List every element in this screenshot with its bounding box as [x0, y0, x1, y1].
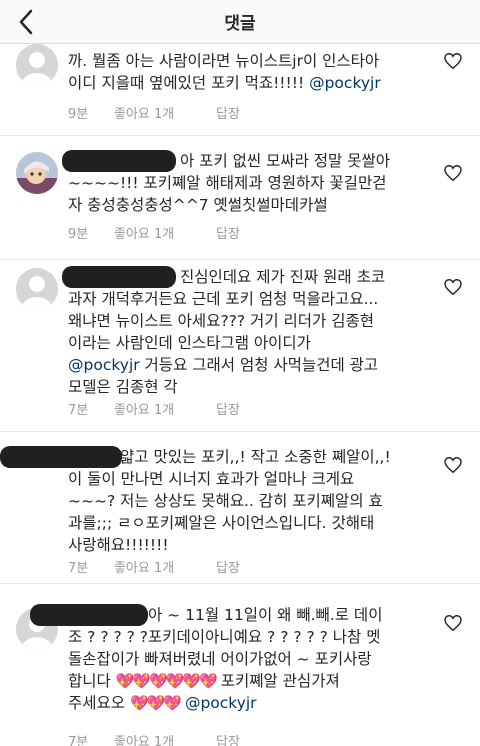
comment: 아 포키 없씬 모싸라 정말 못쌀아 ~~~~!!! 포키쪠알 해태제과 영원하… [0, 136, 480, 260]
timestamp: 7분 [68, 403, 89, 418]
comment-list: 까. 뭘좀 아는 사람이라면 뉴이스트jr이 인스타아 이디 지을때 옆에있던 … [0, 0, 480, 746]
comment-text: 아 ~ 11월 11일이 왜 빼.빼.로 데이 조 ? ? ? ? ?포키데이아… [68, 606, 383, 712]
like-button[interactable] [442, 50, 464, 72]
reply-button[interactable]: 답장 [216, 731, 256, 746]
comment-text: 아 포키 없씬 모싸라 정말 못쌀아 ~~~~!!! 포키쪠알 해태제과 영원하… [68, 152, 391, 214]
heart-emoji-group: 💖💖💖💖💖💖 [115, 672, 218, 690]
heart-emoji-group: 💖💖💖 [129, 694, 182, 712]
mention-link[interactable]: @pockyjr [185, 694, 257, 712]
avatar[interactable] [16, 268, 58, 310]
likes-count[interactable]: 좋아요 1개 [114, 223, 216, 242]
timestamp: 7분 [68, 561, 89, 576]
mention-link[interactable]: @pockyjr [68, 356, 140, 374]
comment-meta: 9분 좋아요 1개 답장 [68, 223, 256, 242]
heart-outline-icon [444, 457, 462, 473]
heart-outline-icon [444, 615, 462, 631]
default-avatar-icon [16, 268, 58, 310]
comment: 얇고 맛있는 포키,,! 작고 소중한 쪠알이,,! 이 둘이 만나면 시너지 … [0, 432, 480, 584]
timestamp: 9분 [68, 227, 89, 242]
likes-count[interactable]: 좋아요 1개 [114, 399, 216, 418]
top-nav-bar: 댓글 [0, 0, 480, 44]
likes-count[interactable]: 좋아요 1개 [114, 103, 216, 122]
like-button[interactable] [442, 454, 464, 476]
mention-link[interactable]: @pockyjr [309, 74, 381, 92]
likes-count[interactable]: 좋아요 1개 [114, 731, 216, 746]
like-button[interactable] [442, 162, 464, 184]
avatar[interactable] [16, 44, 58, 86]
reply-button[interactable]: 답장 [216, 557, 256, 576]
back-chevron-icon [19, 9, 33, 35]
page-title: 댓글 [224, 14, 256, 34]
back-button[interactable] [8, 4, 44, 40]
reply-button[interactable]: 답장 [216, 103, 256, 122]
comment: 진심인데요 제가 진짜 원래 초코 과자 개덕후거든요 근데 포키 엄청 먹을라… [0, 260, 480, 432]
timestamp: 7분 [68, 735, 89, 746]
reply-button[interactable]: 답장 [216, 223, 256, 242]
heart-outline-icon [444, 53, 462, 69]
comment-text: 진심인데요 제가 진짜 원래 초코 과자 개덕후거든요 근데 포키 엄청 먹을라… [68, 268, 386, 396]
comment-text: 얇고 맛있는 포키,,! 작고 소중한 쪠알이,,! 이 둘이 만나면 시너지 … [68, 448, 391, 554]
default-avatar-icon [16, 44, 58, 86]
comment-meta: 9분 좋아요 1개 답장 [68, 103, 256, 122]
like-button[interactable] [442, 276, 464, 298]
avatar[interactable] [16, 152, 58, 194]
profile-photo-icon [16, 152, 58, 194]
heart-outline-icon [444, 279, 462, 295]
timestamp: 9분 [68, 107, 89, 122]
heart-outline-icon [444, 165, 462, 181]
likes-count[interactable]: 좋아요 1개 [114, 557, 216, 576]
comment-text: 까. 뭘좀 아는 사람이라면 뉴이스트jr이 인스타아 이디 지을때 옆에있던 … [68, 52, 381, 92]
like-button[interactable] [442, 612, 464, 634]
comment-meta: 7분 좋아요 1개 답장 [68, 399, 256, 418]
comment-meta: 7분 좋아요 1개 답장 [68, 731, 256, 746]
comment: 아 ~ 11월 11일이 왜 빼.빼.로 데이 조 ? ? ? ? ?포키데이아… [0, 584, 480, 746]
reply-button[interactable]: 답장 [216, 399, 256, 418]
comment-meta: 7분 좋아요 1개 답장 [68, 557, 256, 576]
